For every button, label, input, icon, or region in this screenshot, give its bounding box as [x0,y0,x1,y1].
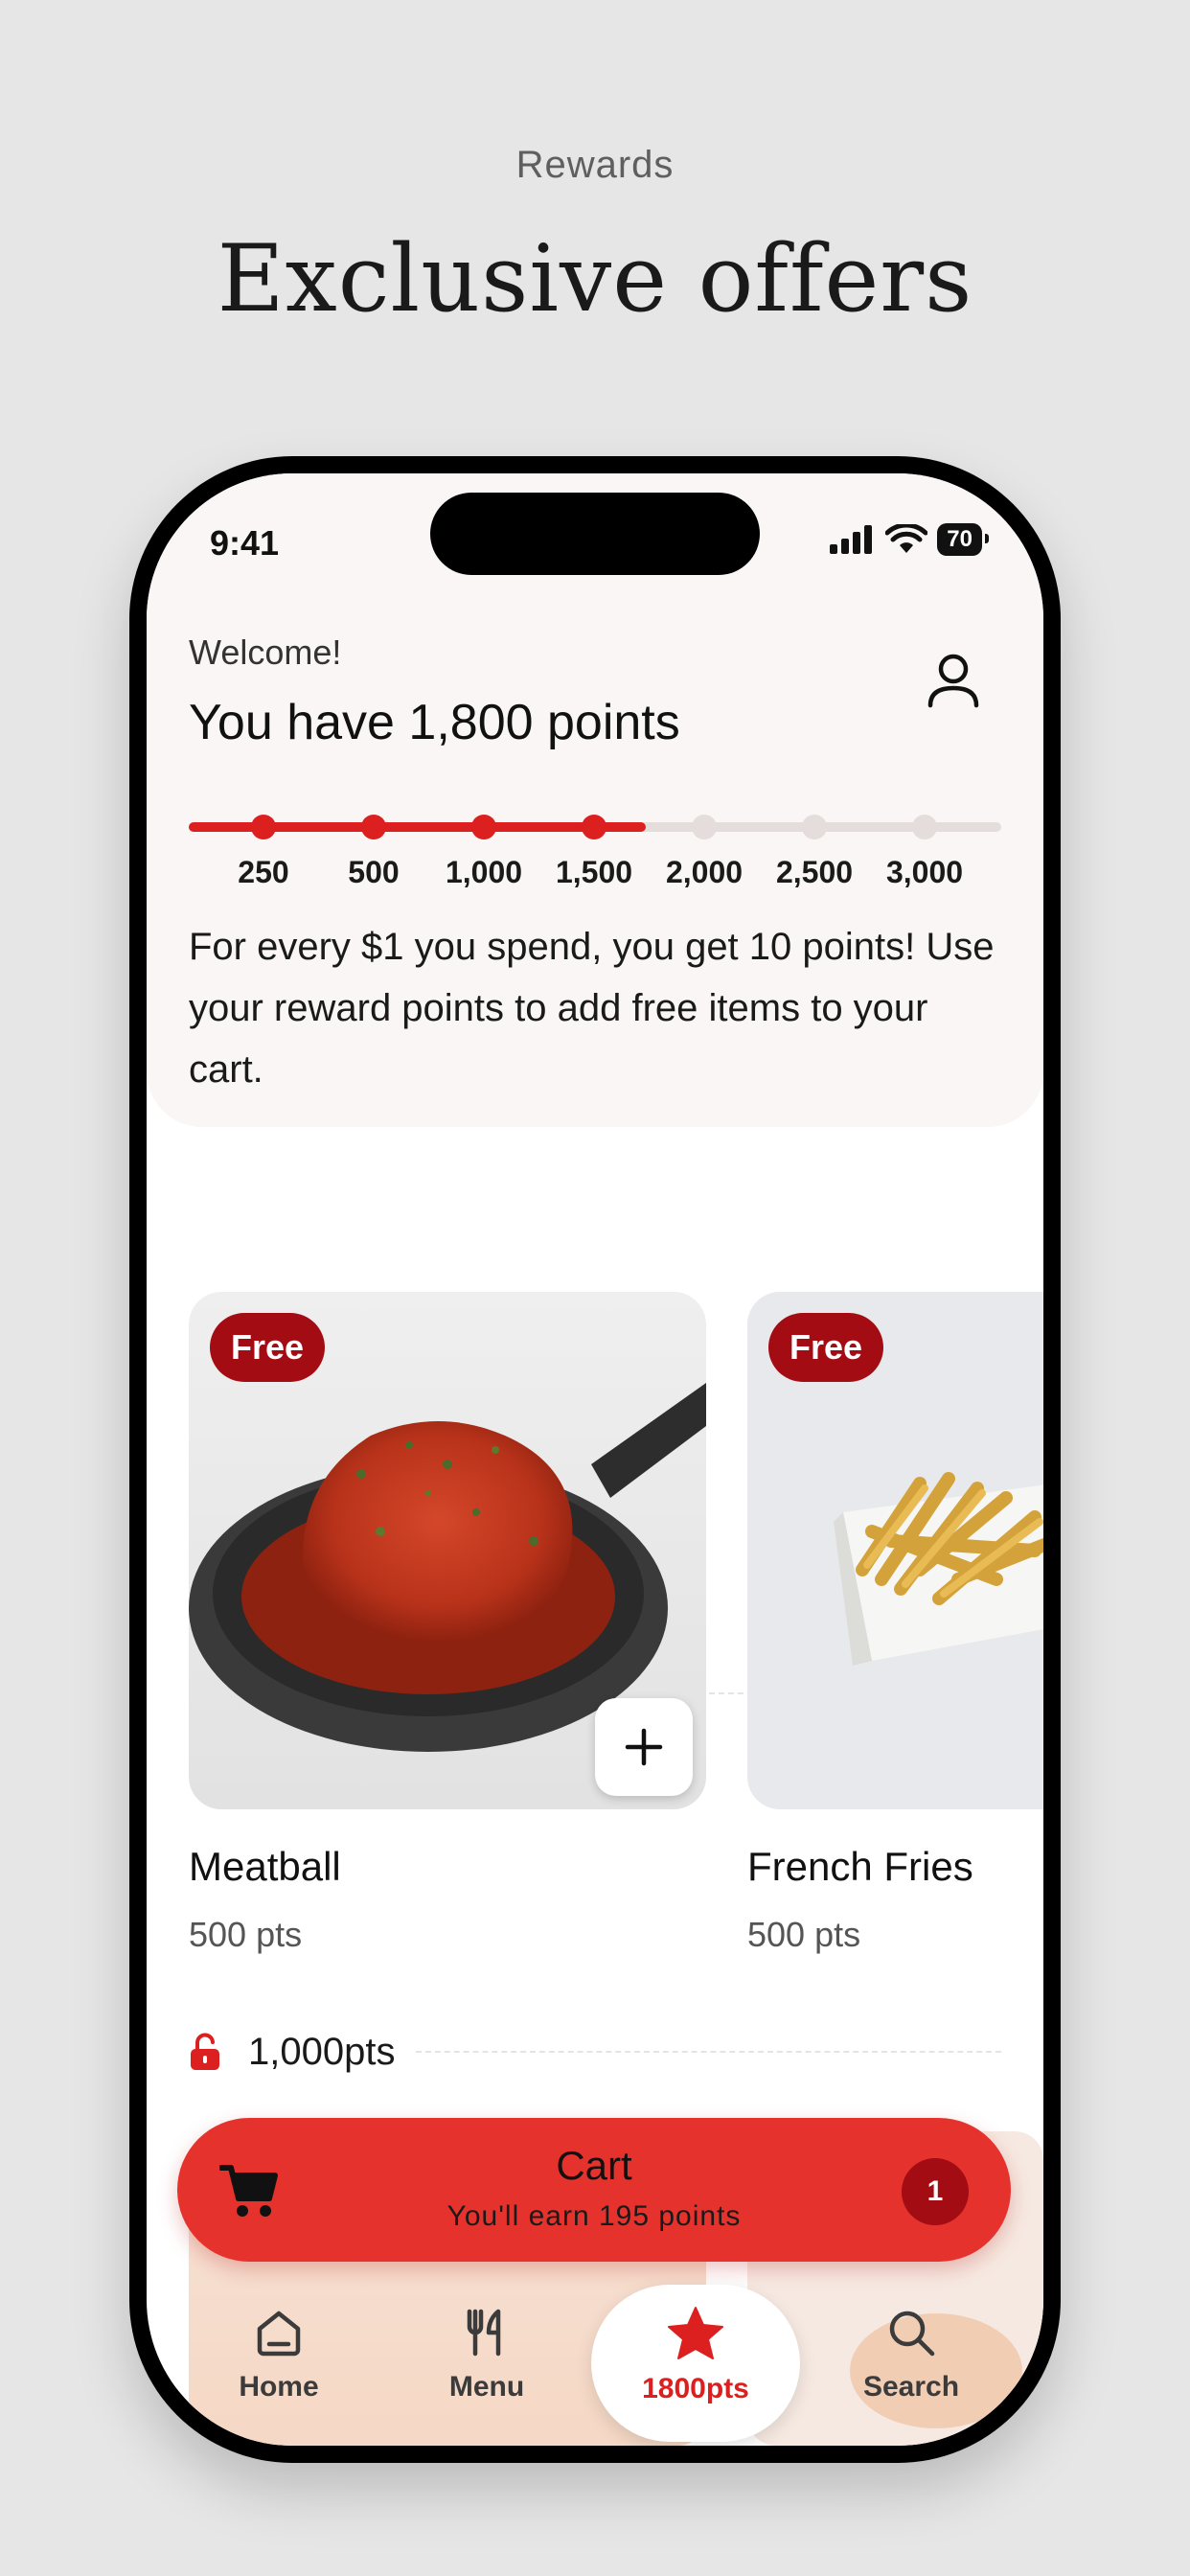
status-time: 9:41 [210,523,280,563]
cart-title: Cart [556,2143,632,2188]
home-icon [257,2311,301,2357]
cart-button[interactable]: Cart You'll earn 195 points 1 [177,2118,1011,2262]
cart-count-badge: 1 [902,2158,969,2225]
search-icon [889,2311,935,2357]
page-kicker: Rewards [515,144,675,186]
utensils-icon [467,2309,501,2357]
signal-icon [830,525,873,554]
french-fries-image[interactable]: Free [747,1292,1043,1809]
milestone-dot [361,815,386,840]
page-headline: Exclusive offers [217,225,973,333]
reward-card-french-fries[interactable]: Free French Fries 500 pts [747,1292,1043,1955]
tab-menu[interactable]: Menu [391,2285,583,2446]
status-icons: 70 [828,523,989,556]
phone-frame: 9:41 70 Welcome! You have 1,800 points 2… [129,456,1061,2463]
tab-label: Search [862,2371,960,2403]
reward-card-meatball[interactable]: Free Meatball 500 pts [189,1292,706,1955]
milestone-dot [912,815,937,840]
meatball-image[interactable]: Free [189,1292,706,1809]
milestone-dot [582,815,606,840]
tab-rewards[interactable]: 1800pts [591,2285,800,2446]
section-divider [416,2051,1001,2053]
plus-icon [625,1728,663,1766]
tab-label: 1800pts [642,2373,749,2404]
battery-icon: 70 [937,523,989,556]
unlocked-lock-icon [191,2033,219,2070]
milestone-dot [471,815,496,840]
add-to-cart-button[interactable] [595,1698,693,1796]
wifi-icon [885,524,928,553]
free-badge: Free [210,1313,326,1382]
item-name: French Fries [747,1844,973,1889]
tab-label: Menu [448,2371,525,2403]
milestone-dot [251,815,276,840]
welcome-text: Welcome! [189,632,342,672]
points-title: You have 1,800 points [189,695,680,750]
tab-label: Home [239,2371,319,2403]
points-progress-bar [189,799,1001,857]
item-points: 500 pts [747,1915,861,1954]
star-icon [668,2307,723,2359]
tab-bar: Home Menu 1800pts Search [147,2285,1043,2446]
dynamic-island [430,493,760,575]
phone-screen: 9:41 70 Welcome! You have 1,800 points 2… [147,473,1043,2446]
status-bar: 9:41 70 [147,473,1043,617]
section-label: 1,000pts [248,2030,396,2073]
milestone-dot [802,815,827,840]
points-info-text: For every $1 you spend, you get 10 point… [189,926,995,1091]
milestone-dot [692,815,717,840]
tab-home[interactable]: Home [183,2285,375,2446]
section-header-1000: 1,000pts [189,2028,1001,2076]
free-badge: Free [768,1313,884,1382]
item-points: 500 pts [189,1915,303,1954]
profile-icon[interactable] [925,652,982,709]
item-name: Meatball [189,1844,341,1889]
tab-search[interactable]: Search [815,2285,1007,2446]
cart-subtitle: You'll earn 195 points [446,2200,742,2232]
milestone-label: 3,000 [885,855,964,889]
